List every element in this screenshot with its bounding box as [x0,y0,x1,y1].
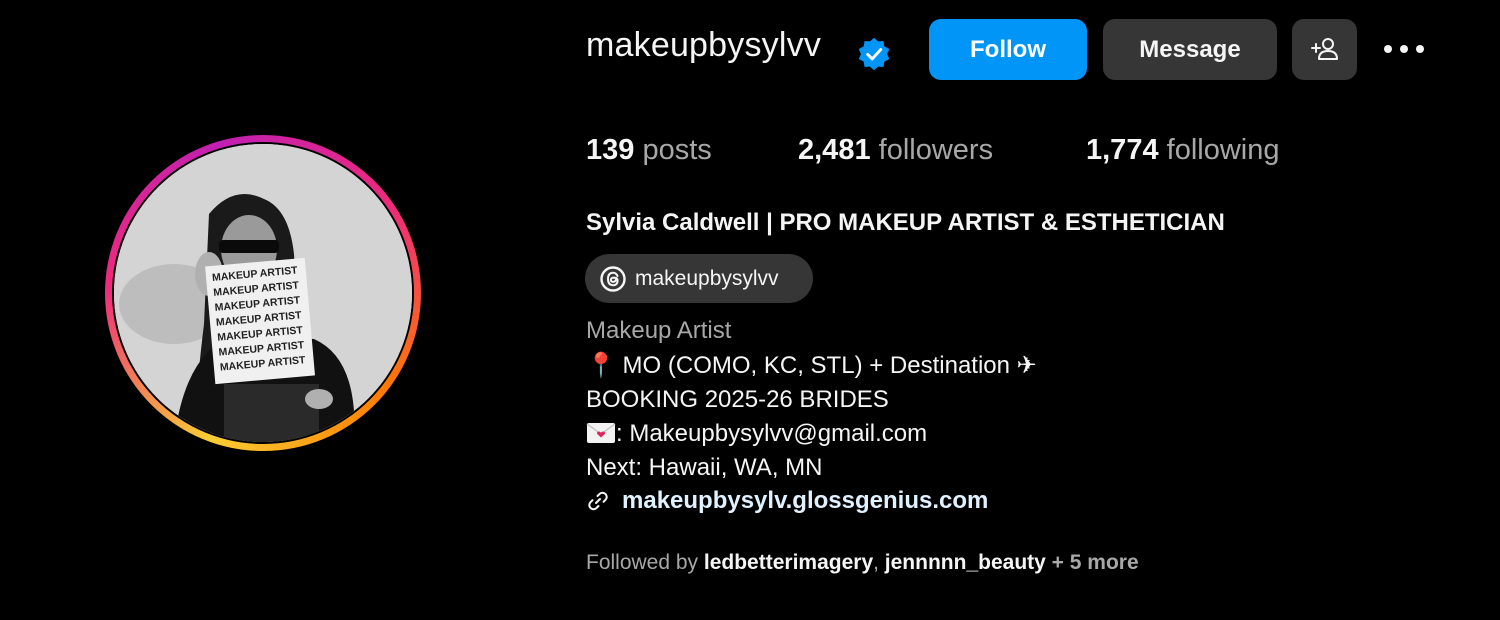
bio-next-line: Next: Hawaii, WA, MN [586,454,823,481]
makeup-artist-sign: MAKEUP ARTISTMAKEUP ARTISTMAKEUP ARTISTM… [205,257,315,385]
followers-count: 2,481 [798,134,871,166]
profile-full-name: Sylvia Caldwell | PRO MAKEUP ARTIST & ES… [586,209,1225,236]
following-stat[interactable]: 1,774 following [1086,134,1279,167]
profile-avatar[interactable]: MAKEUP ARTIST MAKEUP ARTIST MAKEUP ARTIST M… [114,144,412,442]
profile-page: MAKEUP ARTIST MAKEUP ARTIST MAKEUP ARTIST M… [0,0,1500,620]
following-label: following [1166,134,1280,166]
profile-username: makeupbysylvv [586,26,822,64]
bio-location-text: MO (COMO, KC, STL) + Destination ✈ [615,352,1037,379]
following-count: 1,774 [1086,134,1159,166]
followed-by-separator: , [873,551,885,574]
followed-by-more[interactable]: + 5 more [1046,551,1139,574]
message-button[interactable]: Message [1103,19,1277,80]
bio-booking-line: BOOKING 2025-26 BRIDES [586,386,889,413]
bio-email-text: : Makeupbysylvv@gmail.com [616,420,928,447]
bio-category: Makeup Artist [586,317,732,344]
threads-icon [600,265,626,292]
threads-handle: makeupbysylvv [635,266,779,290]
link-icon [588,491,608,511]
avatar-photo: MAKEUP ARTISTMAKEUP ARTISTMAKEUP ARTISTM… [114,144,412,442]
verified-badge-icon [858,37,890,71]
bio-email-line: : Makeupbysylvv@gmail.com [586,420,927,448]
mutual-follower-2[interactable]: jennnnn_beauty [885,551,1046,574]
posts-count: 139 [586,134,635,166]
posts-stat: 139 posts [586,134,712,167]
posts-label: posts [642,134,712,166]
follow-button[interactable]: Follow [929,19,1087,80]
more-options-icon[interactable] [1380,36,1428,62]
threads-badge[interactable]: makeupbysylvv [585,254,813,303]
add-user-icon [1310,37,1338,60]
bio-link-text[interactable]: makeupbysylv.glossgenius.com [622,487,988,515]
followed-by[interactable]: Followed by ledbetterimagery, jennnnn_be… [586,551,1139,575]
suggest-similar-button[interactable] [1292,19,1357,80]
location-pin-icon: 📍 [586,352,616,379]
bio-link[interactable]: makeupbysylv.glossgenius.com [586,487,988,515]
story-ring[interactable]: MAKEUP ARTIST MAKEUP ARTIST MAKEUP ARTIST M… [105,135,421,451]
bio-location-line: 📍 MO (COMO, KC, STL) + Destination ✈ [586,351,1037,380]
followed-by-prefix: Followed by [586,551,704,574]
love-letter-icon [586,423,616,443]
followers-label: followers [878,134,994,166]
followers-stat[interactable]: 2,481 followers [798,134,993,167]
mutual-follower-1[interactable]: ledbetterimagery [704,551,873,574]
